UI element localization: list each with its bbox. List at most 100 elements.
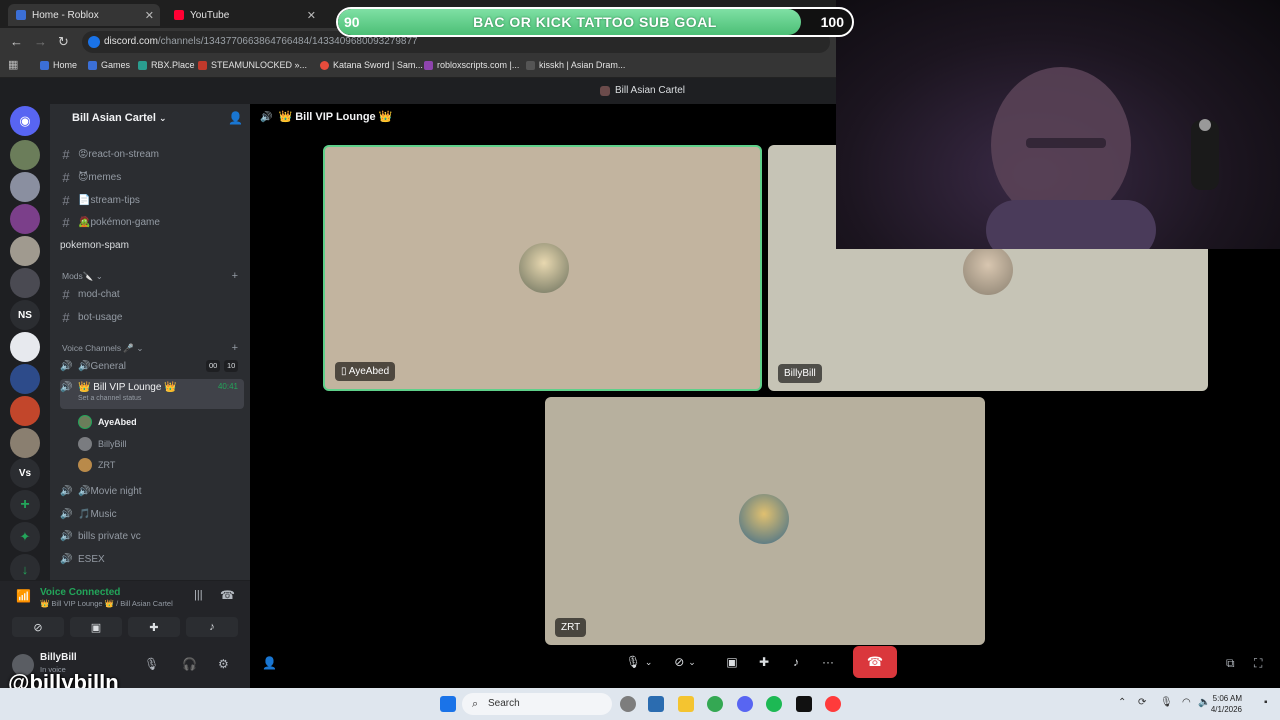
voice-channel-esex[interactable]: 🔊 ESEX — [60, 549, 244, 569]
voice-channel-vip-lounge[interactable]: 🔊 👑 Bill VIP Lounge 👑 40:41 Set a channe… — [60, 379, 244, 409]
microphone-icon[interactable]: 🎙 — [144, 657, 159, 671]
bookmark-label: STEAMUNLOCKED »... — [211, 60, 308, 70]
server-icon[interactable] — [10, 140, 40, 170]
voice-channel-general[interactable]: 🔊 🔊General 00 10 — [60, 356, 244, 376]
volume-icon[interactable]: 🔈 — [1198, 697, 1210, 708]
popout-icon[interactable]: ⧉ — [1226, 656, 1235, 671]
more-options-button[interactable]: ··· — [818, 650, 838, 674]
voice-user-zrt[interactable]: ZRT — [78, 456, 115, 474]
taskbar-app-icon[interactable] — [796, 696, 812, 712]
channel-status-hint[interactable]: Set a channel status — [78, 395, 141, 402]
channel-bot-usage[interactable]: # bot-usage — [60, 307, 244, 327]
gear-icon[interactable]: ⚙ — [218, 657, 229, 671]
bookmark-label: Home — [53, 60, 78, 70]
soundboard-button[interactable]: ♪ — [186, 617, 238, 637]
participant-tile-ayeabed[interactable]: ▯ AyeAbed — [323, 145, 762, 391]
disconnect-icon[interactable]: ☎ — [220, 588, 235, 602]
mute-button[interactable]: 🎙 ⌄ — [622, 650, 656, 674]
bookmark-steamunlocked[interactable]: STEAMUNLOCKED »... — [198, 60, 307, 70]
discord-home-icon[interactable]: ◉ — [10, 106, 40, 136]
clock[interactable]: 5:06 AM 4/1/2026 — [1211, 693, 1242, 715]
bookmark-robloxscripts[interactable]: robloxscripts.com |... — [424, 60, 519, 70]
taskbar-search[interactable]: ⌕ Search — [462, 693, 612, 715]
category-voice-channels[interactable]: Voice Channels 🎤 ⌄ — [62, 343, 144, 354]
channel-memes[interactable]: # 😈memes — [60, 167, 244, 187]
server-icon[interactable] — [10, 236, 40, 266]
tab-roblox[interactable]: Home - Roblox ✕ — [8, 4, 160, 26]
tab-youtube[interactable]: YouTube ✕ — [166, 4, 322, 26]
spotify-icon[interactable] — [766, 696, 782, 712]
avatar — [78, 458, 92, 472]
add-channel-icon[interactable]: + — [232, 270, 238, 282]
server-icon[interactable] — [10, 364, 40, 394]
channel-stream-tips[interactable]: # 📄stream-tips — [60, 190, 244, 210]
server-icon[interactable] — [10, 172, 40, 202]
back-icon[interactable]: ← — [10, 34, 23, 49]
taskbar-app-icon[interactable] — [648, 696, 664, 712]
discover-icon[interactable]: ✦ — [10, 522, 40, 552]
server-header[interactable]: Bill Asian Cartel ⌄ — [50, 104, 250, 132]
invite-to-voice-icon[interactable]: 👤 — [262, 656, 277, 670]
voice-channel-music[interactable]: 🔊 🎵Music — [60, 504, 244, 524]
screen-share-button[interactable]: ▣ — [722, 650, 742, 674]
notifications-icon[interactable]: ▪ — [1264, 697, 1268, 708]
server-vs-icon[interactable]: Vs — [10, 458, 40, 488]
bookmark-home[interactable]: Home — [40, 60, 77, 70]
invite-people-icon[interactable]: 👤 — [228, 111, 243, 125]
taskbar-app-icon[interactable] — [620, 696, 636, 712]
voice-channel-bills-private[interactable]: 🔊 bills private vc — [60, 526, 244, 546]
category-mods[interactable]: Mods🔪 ⌄ — [62, 271, 103, 282]
camera-off-button[interactable]: ⊘ — [12, 617, 64, 637]
close-tab-icon[interactable]: ✕ — [145, 9, 154, 22]
discord-icon[interactable] — [737, 696, 753, 712]
noise-suppression-icon[interactable]: ||| — [194, 589, 203, 601]
bookmark-rbxplace[interactable]: RBX.Place — [138, 60, 195, 70]
activities-button[interactable]: ✚ — [754, 650, 774, 674]
bookmark-katana[interactable]: Katana Sword | Sam... — [320, 60, 423, 70]
site-info-icon[interactable] — [88, 36, 100, 48]
wifi-icon[interactable]: ◠ — [1182, 697, 1191, 708]
microphone-icon[interactable]: 🎙 — [1160, 697, 1173, 708]
server-icon[interactable] — [10, 204, 40, 234]
voice-status[interactable]: Voice Connected — [40, 587, 120, 598]
voice-user-ayeabed[interactable]: AyeAbed — [78, 413, 137, 431]
forward-icon[interactable]: → — [34, 34, 47, 49]
text-channel-icon: # — [62, 286, 70, 302]
camera-button[interactable]: ⊘ ⌄ — [668, 650, 702, 674]
fullscreen-icon[interactable]: ⛶ — [1254, 656, 1262, 671]
end-call-button[interactable]: ☎ — [853, 646, 897, 678]
voice-user-billybill[interactable]: BillyBill — [78, 435, 127, 453]
channel-react-on-stream[interactable]: # 😡react-on-stream — [60, 144, 244, 164]
server-icon[interactable] — [10, 332, 40, 362]
soundboard-button[interactable]: ♪ — [786, 650, 806, 674]
activities-button[interactable]: ✚ — [128, 617, 180, 637]
headphones-icon[interactable]: 🎧 — [182, 657, 197, 671]
start-icon[interactable] — [440, 696, 456, 712]
server-icon[interactable] — [10, 268, 40, 298]
channel-mod-chat[interactable]: # mod-chat — [60, 284, 244, 304]
server-icon[interactable] — [10, 396, 40, 426]
add-channel-icon[interactable]: + — [232, 342, 238, 354]
bookmark-kisskh[interactable]: kisskh | Asian Dram... — [526, 60, 625, 70]
clock-time: 5:06 AM — [1212, 694, 1242, 703]
add-server-icon[interactable]: + — [10, 490, 40, 520]
close-tab-icon[interactable]: ✕ — [307, 9, 316, 22]
reload-icon[interactable]: ↻ — [58, 34, 69, 50]
bookmark-games[interactable]: Games — [88, 60, 130, 70]
opera-icon[interactable] — [825, 696, 841, 712]
file-explorer-icon[interactable] — [678, 696, 694, 712]
participant-tile-zrt[interactable]: ZRT — [545, 397, 985, 645]
apps-grid-icon[interactable]: ▦ — [8, 58, 18, 71]
chevron-up-icon[interactable]: ⌃ — [1118, 697, 1126, 708]
signal-icon[interactable]: 📶 — [16, 589, 31, 603]
chrome-icon[interactable] — [707, 696, 723, 712]
user-name[interactable]: BillyBill — [40, 652, 77, 663]
server-ns-icon[interactable]: NS — [10, 300, 40, 330]
channel-pokemon-game[interactable]: # 🧟pokémon-game — [60, 212, 244, 232]
chevron-down-icon: ⌄ — [159, 113, 167, 123]
tray-app-icon[interactable]: ⟳ — [1138, 697, 1146, 708]
server-icon[interactable] — [10, 428, 40, 458]
screen-share-button[interactable]: ▣ — [70, 617, 122, 637]
channel-pokemon-spam[interactable]: pokemon-spam — [60, 235, 244, 255]
voice-channel-movie-night[interactable]: 🔊 🔊Movie night — [60, 481, 244, 501]
